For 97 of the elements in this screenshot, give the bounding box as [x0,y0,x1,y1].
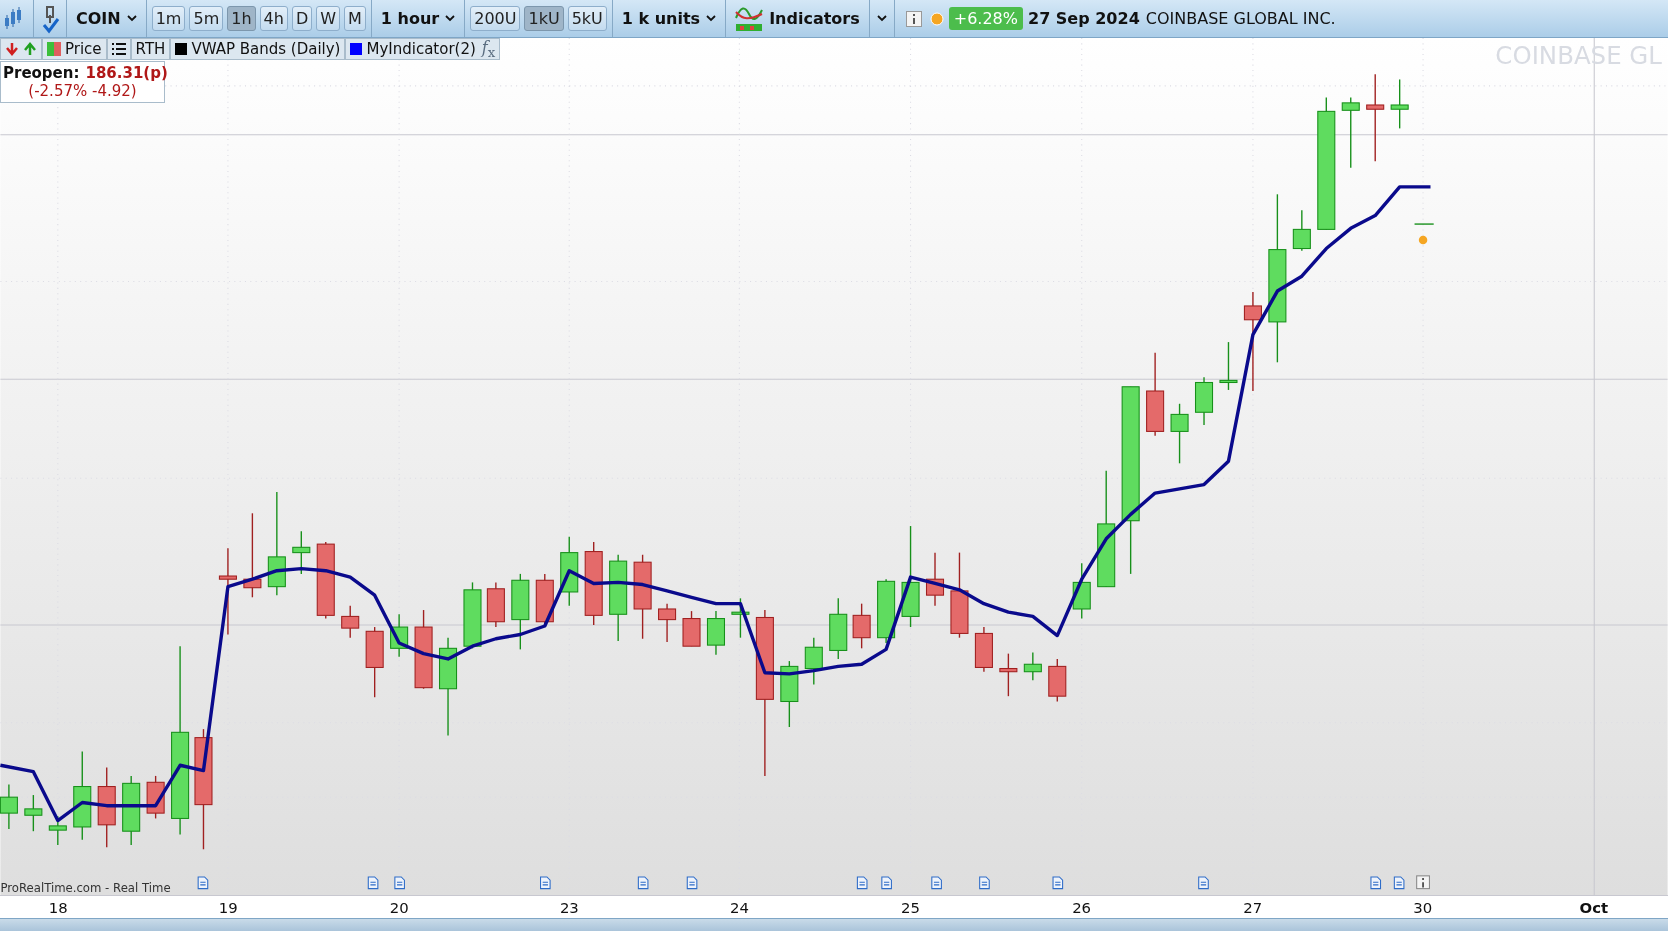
document-icon[interactable] [1393,876,1405,890]
instrument-name: COINBASE GLOBAL INC. [1145,9,1336,28]
candlestick [852,602,871,649]
preopen-label: Preopen: [3,64,80,82]
candlestick [1195,376,1214,426]
document-icon[interactable] [394,876,405,890]
timeframe-button[interactable]: 1h [227,6,256,31]
timeframe-button[interactable]: 5m [189,6,224,31]
document-icon[interactable] [637,876,649,890]
units-button[interactable]: 200U [470,6,521,31]
candlestick [0,783,18,830]
document-icon[interactable] [686,876,698,890]
timeframe-button[interactable]: W [316,6,341,31]
candlestick [829,597,848,660]
status-dot-icon [929,11,944,26]
price-swatch-icon [47,42,61,56]
units-dropdown[interactable]: 1 k units [615,9,723,28]
date-label: 27 Sep 2024 [1028,9,1140,28]
candlestick [560,536,579,607]
candlestick [1048,658,1067,703]
level-mark [1413,223,1435,225]
date-tick-label: 25 [901,899,920,917]
candlestick [682,610,701,647]
document-icon[interactable] [979,876,990,890]
document-icon[interactable] [540,876,551,890]
document-icon[interactable] [1052,876,1064,890]
marker-dot [1418,235,1428,245]
candlestick [1072,562,1091,620]
caret-icon [706,15,717,22]
candlestick [780,660,799,728]
change-badge: +6.28% [948,7,1023,30]
month-tick-label: Oct [1579,899,1609,917]
list-icon[interactable] [111,43,126,55]
date-tick-label: 23 [559,899,579,917]
candlestick [341,605,360,639]
candlestick [390,613,409,658]
price-legend-item[interactable]: Price [42,38,107,60]
candlestick [731,597,750,639]
candlestick [365,626,384,698]
candlestick [877,578,896,644]
preopen-price: 186.31(p) [85,64,168,82]
candlestick [486,581,505,628]
candlestick [1023,651,1042,681]
preopen-change: (-2.57% -4.92) [27,82,138,100]
date-tick-label: 18 [48,899,68,917]
candlestick [146,775,165,820]
date-tick-label: 19 [218,899,238,917]
timeframe-button[interactable]: M [344,6,366,31]
candlestick [1390,78,1409,130]
units-button[interactable]: 1kU [524,6,564,31]
document-icon[interactable] [197,876,209,890]
legend-item[interactable]: VWAP Bands (Daily) [170,38,346,60]
document-icon[interactable] [881,876,892,890]
document-icon[interactable] [367,876,379,890]
legend-item[interactable]: RTH [130,38,171,60]
units-button[interactable]: 5kU [567,6,607,31]
candlestick [48,815,67,846]
symbol-dropdown[interactable]: COIN [70,9,143,28]
link-check-icon[interactable] [40,3,60,34]
timeframe-button[interactable]: 4h [259,6,288,31]
candlestick [925,551,945,607]
candlestick [1170,403,1189,464]
interval-dropdown[interactable]: 1 hour [374,9,462,28]
legend-item[interactable]: MyIndicator(2) f$_{x}$ [345,38,501,60]
indicator-chart-icon [735,5,764,32]
caret-icon [126,15,137,22]
candlestick [706,610,725,656]
data-source-label: ProRealTime.com - Real Time [0,880,171,895]
document-icon[interactable] [931,876,942,890]
document-icon[interactable] [1198,876,1209,890]
down-arrow-icon[interactable] [5,41,19,57]
date-tick-label: 26 [1072,899,1092,917]
date-tick-label: 27 [1243,899,1263,917]
document-icon[interactable] [856,876,868,890]
candlestick [974,626,993,673]
candlestick [24,794,43,832]
candlestick [999,652,1018,697]
up-arrow-icon[interactable] [23,41,37,57]
caret-icon [445,15,456,22]
candlestick [463,581,482,649]
candlestick [1219,341,1238,391]
formula-icon[interactable]: f$_{x}$ [481,37,496,61]
date-tick-label: 20 [389,899,409,917]
date-tick-label: 24 [729,899,749,917]
candlestick [1292,209,1311,252]
candlestick [122,775,141,846]
candlestick [804,637,823,686]
info-icon[interactable] [1416,875,1430,890]
timeframe-button[interactable]: 1m [151,6,186,31]
timeframe-button[interactable]: D [291,6,313,31]
document-icon[interactable] [1370,876,1382,890]
candlestick [658,602,677,643]
candlestick [292,530,311,575]
caret-icon [876,15,887,22]
info-icon[interactable] [905,10,922,27]
date-tick-label: 30 [1413,899,1433,917]
indicators-button[interactable]: Indicators [729,5,866,32]
